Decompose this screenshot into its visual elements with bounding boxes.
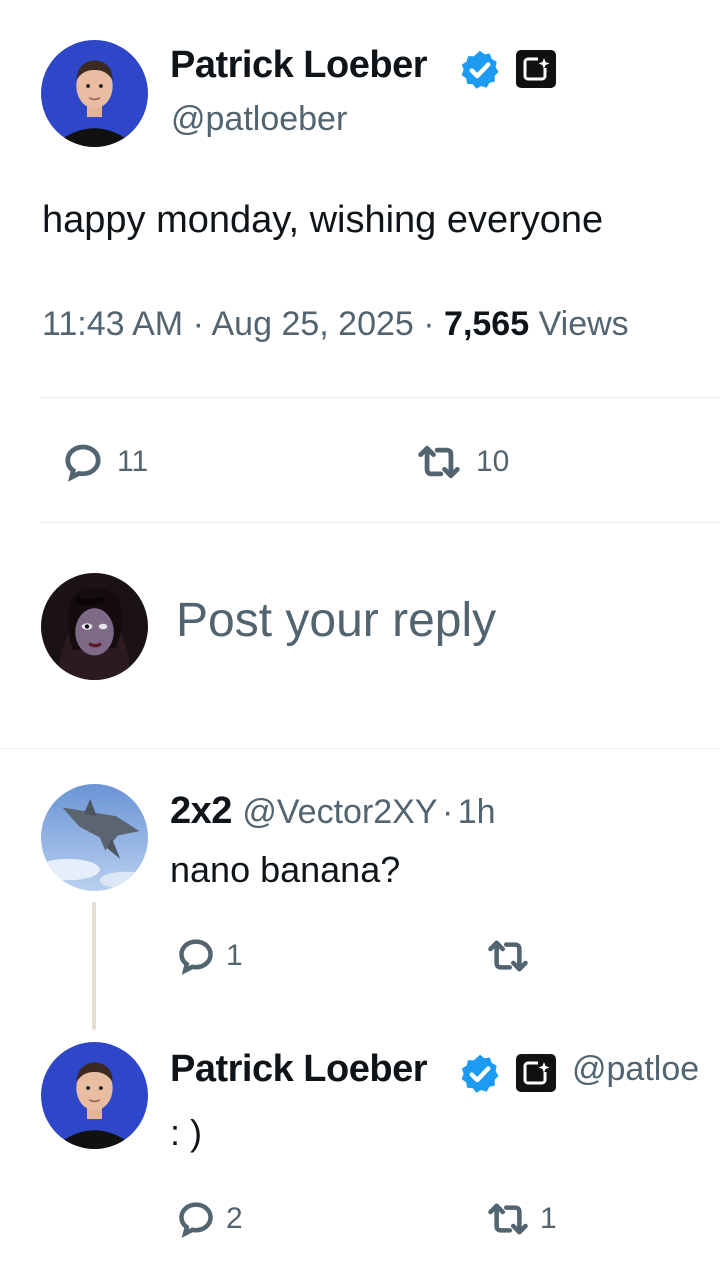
repost-count: 10 <box>476 445 510 478</box>
reply-input[interactable]: Post your reply <box>176 593 496 648</box>
reply-author-handle[interactable]: @patloe <box>572 1050 699 1089</box>
repost-icon <box>488 1203 528 1235</box>
repost-icon <box>418 445 460 479</box>
tweet-text: happy monday, wishing everyone <box>42 199 604 241</box>
reply-count: 1 <box>226 939 243 972</box>
tweet-meta: 11:43 AM · Aug 25, 2025 · 7,565 Views <box>42 305 629 344</box>
verified-badge-icon <box>458 48 502 92</box>
reply-icon <box>65 444 101 482</box>
reply-text: : ) <box>170 1112 202 1153</box>
meta-separator: · <box>441 793 454 831</box>
views-count: 7,565 <box>444 305 530 343</box>
divider <box>40 397 720 398</box>
author-name[interactable]: Patrick Loeber <box>170 44 428 87</box>
reply-button[interactable]: 2 <box>170 1198 243 1240</box>
reply-count: 2 <box>226 1202 243 1235</box>
reply-icon <box>179 1202 213 1238</box>
reply-avatar[interactable] <box>41 1042 148 1149</box>
verified-badge-icon <box>458 1052 502 1096</box>
author-avatar[interactable] <box>41 40 148 147</box>
reply-author-handle[interactable]: @Vector2XY <box>242 793 437 831</box>
meta-separator: · <box>423 305 445 343</box>
current-user-avatar[interactable] <box>41 573 148 680</box>
reply-button[interactable]: 1 <box>170 935 243 977</box>
reply-text: nano banana? <box>170 849 401 890</box>
repost-button[interactable]: 1 <box>480 1198 557 1240</box>
repost-button[interactable] <box>480 935 536 977</box>
reply-age[interactable]: 1h <box>458 793 496 831</box>
thread-line <box>92 902 96 1030</box>
reply-author-name[interactable]: 2x2 <box>170 790 232 832</box>
repost-count: 1 <box>540 1202 557 1235</box>
reply-author-name[interactable]: Patrick Loeber <box>170 1048 428 1091</box>
reply-header: 2x2 @Vector2XY · 1h <box>170 790 496 833</box>
reply-icon <box>179 939 213 975</box>
tweet-time[interactable]: 11:43 AM <box>42 305 183 343</box>
divider <box>40 522 720 523</box>
reply-button[interactable]: 11 <box>55 440 148 484</box>
reply-count: 11 <box>117 445 149 478</box>
divider <box>0 748 720 749</box>
affiliate-badge-icon <box>516 1054 556 1092</box>
views-label: Views <box>538 305 629 343</box>
tweet-date[interactable]: Aug 25, 2025 <box>212 305 414 343</box>
reply-avatar[interactable] <box>41 784 148 891</box>
repost-icon <box>488 940 528 972</box>
repost-button[interactable]: 10 <box>408 440 509 484</box>
meta-separator: · <box>192 305 212 343</box>
author-handle[interactable]: @patloeber <box>171 100 347 139</box>
affiliate-badge-icon <box>516 50 556 88</box>
